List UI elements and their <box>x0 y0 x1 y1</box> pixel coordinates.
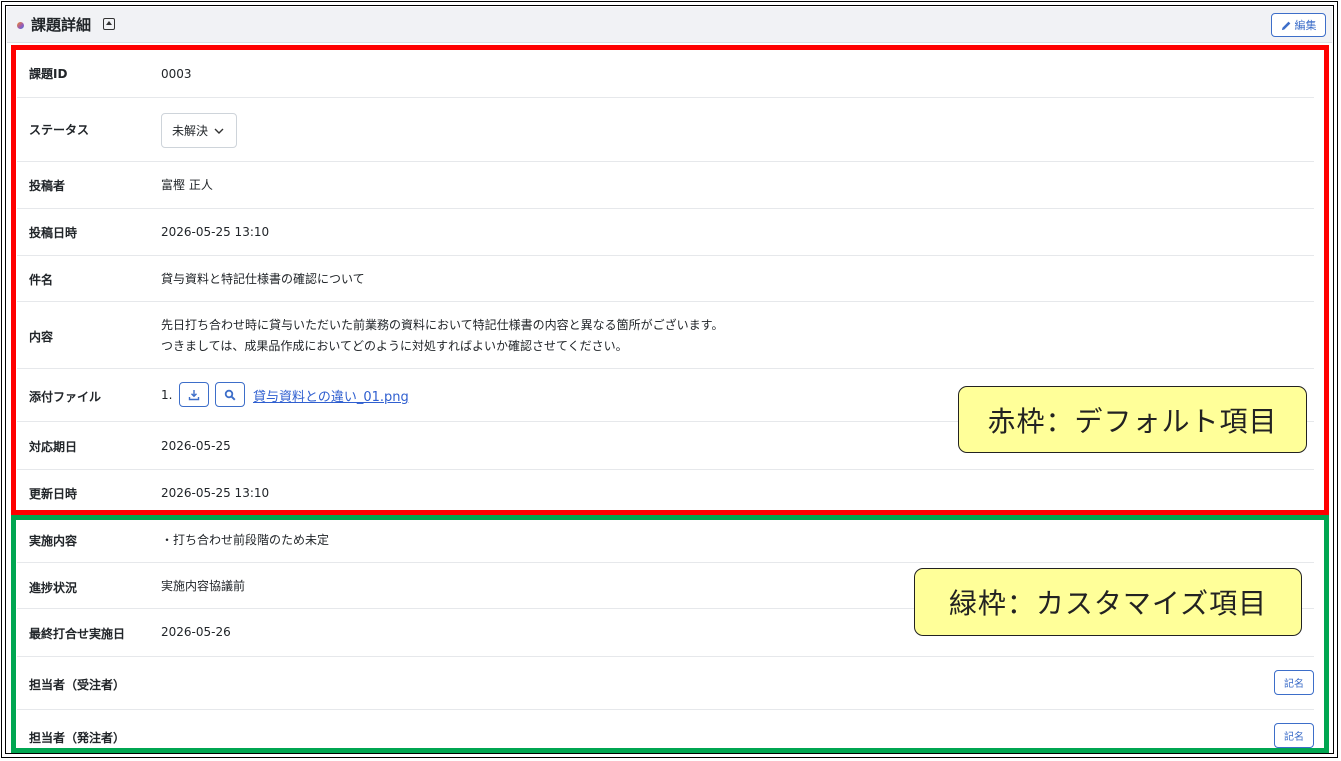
contractor-sign-button[interactable]: 記名 <box>1274 670 1314 695</box>
posted-at-label: 投稿日時 <box>29 226 78 240</box>
attachment-label: 添付ファイル <box>29 390 102 404</box>
status-label: ステータス <box>29 123 90 137</box>
field-row-client-rep: 担当者（発注者） 記名 <box>17 710 1314 748</box>
client-rep-label: 担当者（発注者） <box>29 731 126 745</box>
issue-id-value: 0003 <box>161 67 192 81</box>
subject-value: 貸与資料と特記仕様書の確認について <box>161 272 365 286</box>
edit-button[interactable]: 編集 <box>1271 13 1326 37</box>
chevron-down-icon <box>214 128 224 134</box>
due-date-label: 対応期日 <box>29 440 78 454</box>
implementation-label: 実施内容 <box>29 534 78 548</box>
updated-at-label: 更新日時 <box>29 487 78 501</box>
magnifier-icon <box>224 389 236 401</box>
status-dot-icon <box>17 22 24 29</box>
subject-label: 件名 <box>29 273 54 287</box>
status-select[interactable]: 未解決 <box>161 113 237 148</box>
status-select-value: 未解決 <box>172 124 209 138</box>
posted-at-value: 2026-05-25 13:10 <box>161 225 270 239</box>
field-row-poster: 投稿者 富樫 正人 <box>17 162 1314 209</box>
download-icon <box>188 389 200 400</box>
due-date-value: 2026-05-25 <box>161 439 231 453</box>
collapse-up-icon[interactable] <box>103 18 115 30</box>
issue-id-label: 課題ID <box>29 67 68 81</box>
custom-items-callout: 緑枠：カスタマイズ項目 <box>914 568 1302 636</box>
content-line-1: 先日打ち合わせ時に貸与いただいた前業務の資料において特記仕様書の内容と異なる箇所… <box>161 318 724 332</box>
edit-button-label: 編集 <box>1294 19 1317 32</box>
page-title: 課題詳細 <box>31 16 92 34</box>
implementation-value: ・打ち合わせ前段階のため未定 <box>161 533 330 547</box>
attachment-file-link[interactable]: 貸与資料との違い_01.png <box>253 386 409 405</box>
last-meeting-label: 最終打合せ実施日 <box>29 627 126 641</box>
download-button[interactable] <box>179 382 209 407</box>
last-meeting-value: 2026-05-26 <box>161 625 231 639</box>
field-row-contractor-rep: 担当者（受注者） 記名 <box>17 657 1314 710</box>
updated-at-value: 2026-05-25 13:10 <box>161 486 270 500</box>
progress-value: 実施内容協議前 <box>161 579 246 593</box>
preview-button[interactable] <box>215 382 245 407</box>
field-row-content: 内容 先日打ち合わせ時に貸与いただいた前業務の資料において特記仕様書の内容と異な… <box>17 302 1314 369</box>
contractor-rep-label: 担当者（受注者） <box>29 678 126 692</box>
client-sign-button[interactable]: 記名 <box>1274 723 1314 748</box>
client-sign-label: 記名 <box>1284 732 1304 743</box>
attachment-index: 1. <box>161 388 173 402</box>
panel-header: 課題詳細 編集 <box>7 7 1332 43</box>
content-label: 内容 <box>29 330 54 344</box>
content-line-2: つきましては、成果品作成においてどのように対処すればよいか確認させてください。 <box>161 339 628 353</box>
field-row-issue-id: 課題ID 0003 <box>17 50 1314 98</box>
field-row-implementation: 実施内容 ・打ち合わせ前段階のため未定 <box>17 520 1314 563</box>
field-row-status: ステータス 未解決 <box>17 98 1314 162</box>
poster-label: 投稿者 <box>29 179 66 193</box>
contractor-sign-label: 記名 <box>1284 679 1304 690</box>
field-row-updated-at: 更新日時 2026-05-25 13:10 <box>17 470 1314 514</box>
default-items-callout-text: 赤枠：デフォルト項目 <box>987 404 1278 438</box>
field-row-posted-at: 投稿日時 2026-05-25 13:10 <box>17 209 1314 256</box>
custom-items-callout-text: 緑枠：カスタマイズ項目 <box>948 587 1268 620</box>
pencil-icon <box>1281 21 1290 30</box>
default-items-callout: 赤枠：デフォルト項目 <box>958 386 1307 453</box>
poster-value: 富樫 正人 <box>161 178 213 192</box>
field-row-subject: 件名 貸与資料と特記仕様書の確認について <box>17 256 1314 302</box>
progress-label: 進捗状況 <box>29 581 78 595</box>
